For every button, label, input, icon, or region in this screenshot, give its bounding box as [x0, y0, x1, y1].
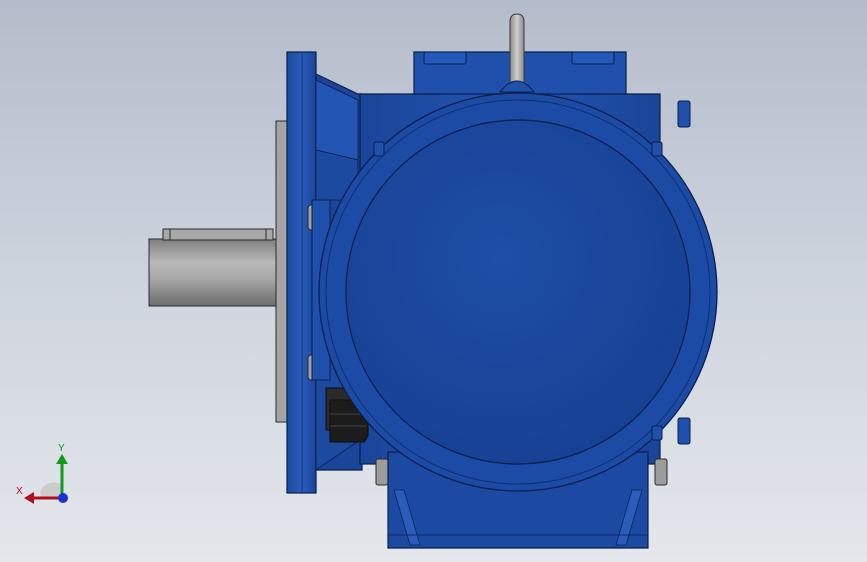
triad-graphic — [24, 454, 68, 504]
coordinate-triad-icon: Y X — [12, 440, 76, 510]
output-shaft[interactable] — [148, 228, 282, 307]
x-axis-label: X — [16, 486, 23, 497]
y-axis-label: Y — [58, 443, 65, 454]
gear-motor-model[interactable] — [0, 0, 867, 562]
graphics-viewport[interactable]: Y X — [0, 0, 867, 562]
z-axis — [58, 493, 68, 503]
motor-end-cover[interactable] — [318, 92, 718, 492]
shaft-key[interactable] — [162, 228, 274, 241]
pilot-plate[interactable] — [275, 120, 289, 423]
